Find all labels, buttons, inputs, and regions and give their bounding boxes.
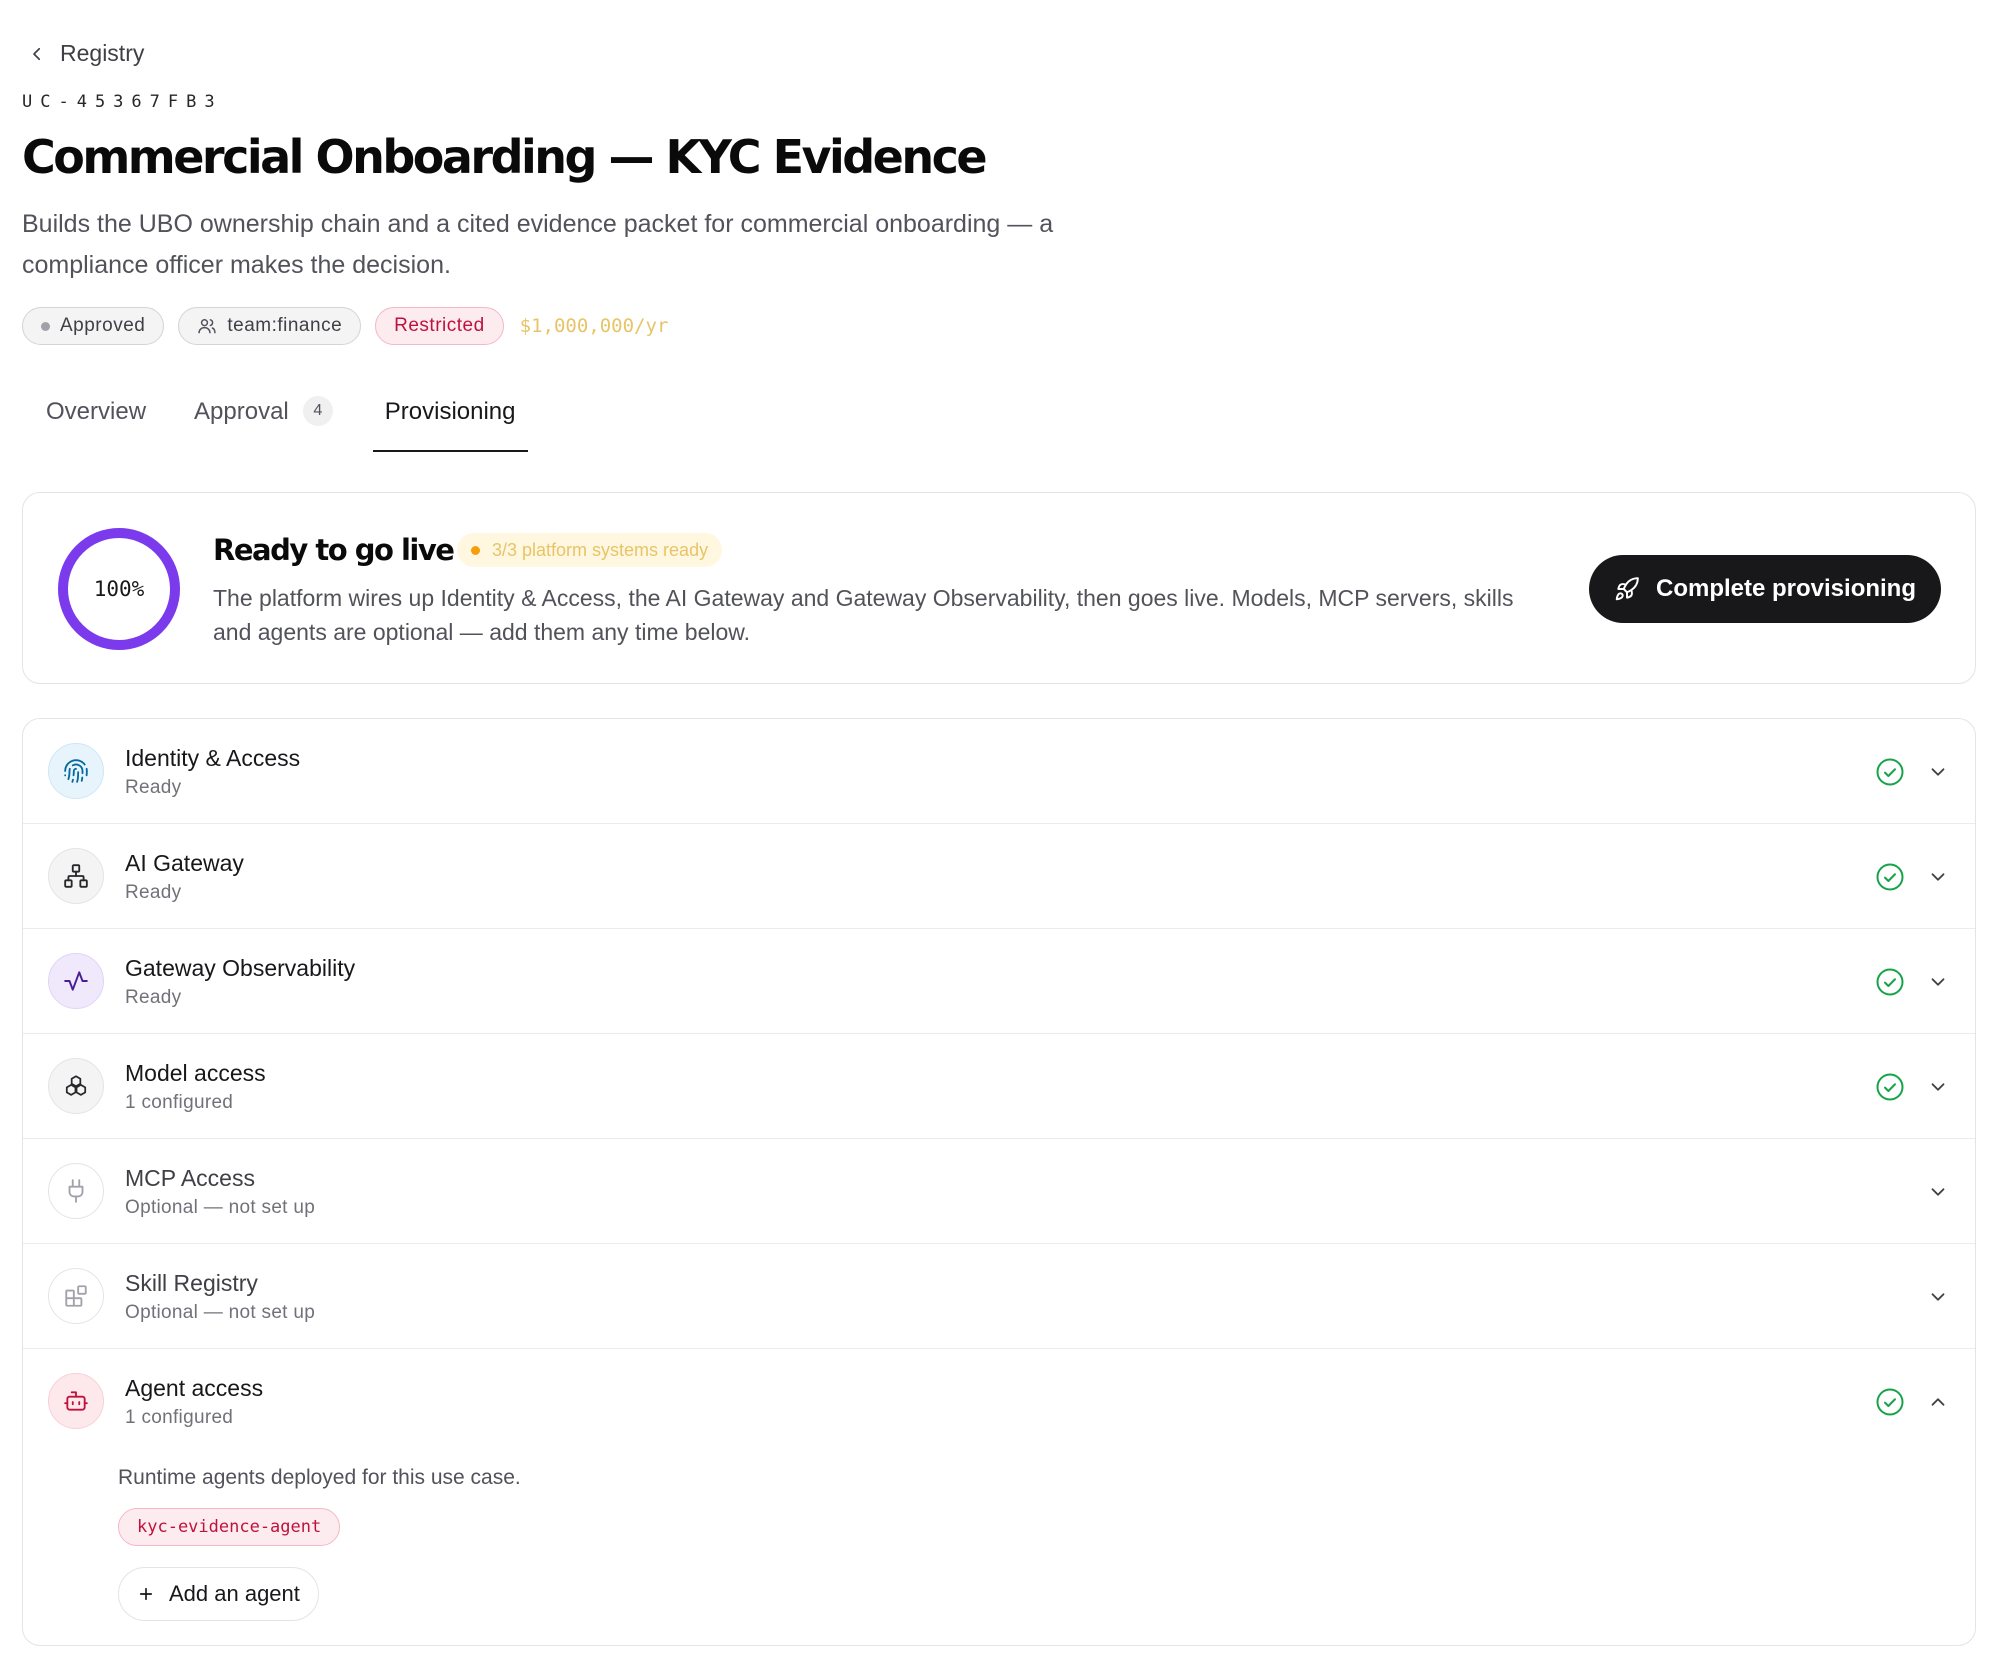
back-link-label: Registry xyxy=(60,40,145,66)
systems-dot-icon xyxy=(471,545,480,555)
system-status: Ready xyxy=(125,777,182,798)
chevron-left-icon xyxy=(33,47,41,60)
activity-icon xyxy=(64,971,88,991)
status-badge-label: Approved xyxy=(60,315,146,336)
system-name: Identity & Access xyxy=(125,745,301,771)
system-row-model-access[interactable]: Model access 1 configured xyxy=(23,1034,1975,1139)
restricted-badge-label: Restricted xyxy=(394,315,485,336)
system-status: Ready xyxy=(125,882,182,903)
system-icon-wrap xyxy=(48,1163,104,1219)
ready-description: The platform wires up Identity & Access,… xyxy=(213,585,1514,645)
systems-ready-badge: 3/3 platform systems ready xyxy=(457,533,723,567)
system-row-mcp-access[interactable]: MCP Access Optional — not set up xyxy=(23,1139,1975,1244)
system-status: Optional — not set up xyxy=(125,1302,316,1323)
restricted-badge: Restricted xyxy=(375,307,504,345)
system-name: AI Gateway xyxy=(125,850,244,876)
check-circle-icon xyxy=(1876,968,1904,996)
tab-approval[interactable]: Approval 4 xyxy=(170,396,357,452)
check-circle-icon xyxy=(1876,1388,1904,1416)
system-name: Gateway Observability xyxy=(125,955,356,981)
complete-provisioning-button[interactable]: Complete provisioning xyxy=(1589,555,1941,623)
cubes-icon xyxy=(65,1075,87,1096)
rocket-icon xyxy=(1615,577,1639,601)
page-title: Commercial Onboarding — KYC Evidence xyxy=(22,130,988,184)
users-icon xyxy=(198,319,217,334)
team-badge: team:finance xyxy=(178,307,362,345)
system-name: MCP Access xyxy=(125,1165,255,1191)
network-icon xyxy=(64,864,88,888)
ready-title: Ready to go live xyxy=(213,533,455,567)
systems-list: Identity & Access Ready AI Gateway Ready… xyxy=(22,718,1976,1646)
tab-label: Overview xyxy=(46,398,147,425)
system-status: 1 configured xyxy=(125,1092,234,1113)
system-status: 1 configured xyxy=(125,1407,234,1428)
fingerprint-icon xyxy=(64,759,88,783)
agent-chip[interactable]: kyc-evidence-agent xyxy=(118,1508,341,1546)
system-name: Agent access xyxy=(125,1375,264,1401)
bot-icon xyxy=(64,1391,88,1411)
system-icon-wrap xyxy=(48,1373,104,1429)
use-case-code: UC-45367FB3 xyxy=(22,92,223,112)
approval-count-badge: 4 xyxy=(302,396,333,426)
status-badge: Approved xyxy=(22,307,165,345)
ready-card: 100% Ready to go live 3/3 platform syste… xyxy=(22,492,1976,684)
tab-label: Provisioning xyxy=(384,398,516,425)
plus-icon xyxy=(139,1587,153,1601)
badge-row: Approved team:finance Restricted $1,000,… xyxy=(22,307,668,345)
system-row-identity-access[interactable]: Identity & Access Ready xyxy=(23,719,1975,824)
blocks-icon xyxy=(65,1285,87,1307)
chevron-down-icon[interactable] xyxy=(1927,1181,1949,1203)
tab-overview[interactable]: Overview xyxy=(22,398,170,452)
tab-label: Approval xyxy=(194,398,289,425)
systems-ready-label: 3/3 platform systems ready xyxy=(492,539,709,560)
check-circle-icon xyxy=(1876,758,1904,786)
system-icon-wrap xyxy=(48,953,104,1009)
chevron-down-icon[interactable] xyxy=(1927,1076,1949,1098)
complete-provisioning-label: Complete provisioning xyxy=(1655,575,1916,602)
chevron-down-icon[interactable] xyxy=(1927,971,1949,993)
page-description: Builds the UBO ownership chain and a cit… xyxy=(22,210,1054,279)
system-row-agent-access[interactable]: Agent access 1 configured Runtime agents… xyxy=(23,1349,1975,1645)
system-row-gateway-observability[interactable]: Gateway Observability Ready xyxy=(23,929,1975,1034)
chevron-up-icon[interactable] xyxy=(1927,1391,1949,1413)
system-icon-wrap xyxy=(48,1058,104,1114)
add-agent-button[interactable]: Add an agent xyxy=(118,1567,319,1621)
add-agent-label: Add an agent xyxy=(169,1581,300,1606)
tab-bar: Overview Approval 4 Provisioning xyxy=(22,396,540,452)
system-icon-wrap xyxy=(48,743,104,799)
check-circle-icon xyxy=(1876,863,1904,891)
check-circle-icon xyxy=(1876,1073,1904,1101)
system-name: Model access xyxy=(125,1060,266,1086)
back-link[interactable]: Registry xyxy=(28,40,144,67)
team-badge-label: team:finance xyxy=(227,315,343,336)
system-status: Ready xyxy=(125,987,182,1008)
budget-label: $1,000,000/yr xyxy=(519,315,669,337)
system-row-ai-gateway[interactable]: AI Gateway Ready xyxy=(23,824,1975,929)
system-name: Skill Registry xyxy=(125,1270,258,1296)
tab-provisioning[interactable]: Provisioning xyxy=(361,398,540,452)
plug-icon xyxy=(68,1179,84,1203)
agent-section-description: Runtime agents deployed for this use cas… xyxy=(118,1466,521,1489)
system-icon-wrap xyxy=(48,848,104,904)
chevron-down-icon[interactable] xyxy=(1927,866,1949,888)
chevron-down-icon[interactable] xyxy=(1927,761,1949,783)
progress-label: 100% xyxy=(93,577,145,601)
chevron-down-icon[interactable] xyxy=(1927,1286,1949,1308)
system-row-skill-registry[interactable]: Skill Registry Optional — not set up xyxy=(23,1244,1975,1349)
status-dot-icon xyxy=(41,321,50,331)
agent-chip-label: kyc-evidence-agent xyxy=(137,1517,322,1537)
system-status: Optional — not set up xyxy=(125,1197,316,1218)
system-icon-wrap xyxy=(48,1268,104,1324)
